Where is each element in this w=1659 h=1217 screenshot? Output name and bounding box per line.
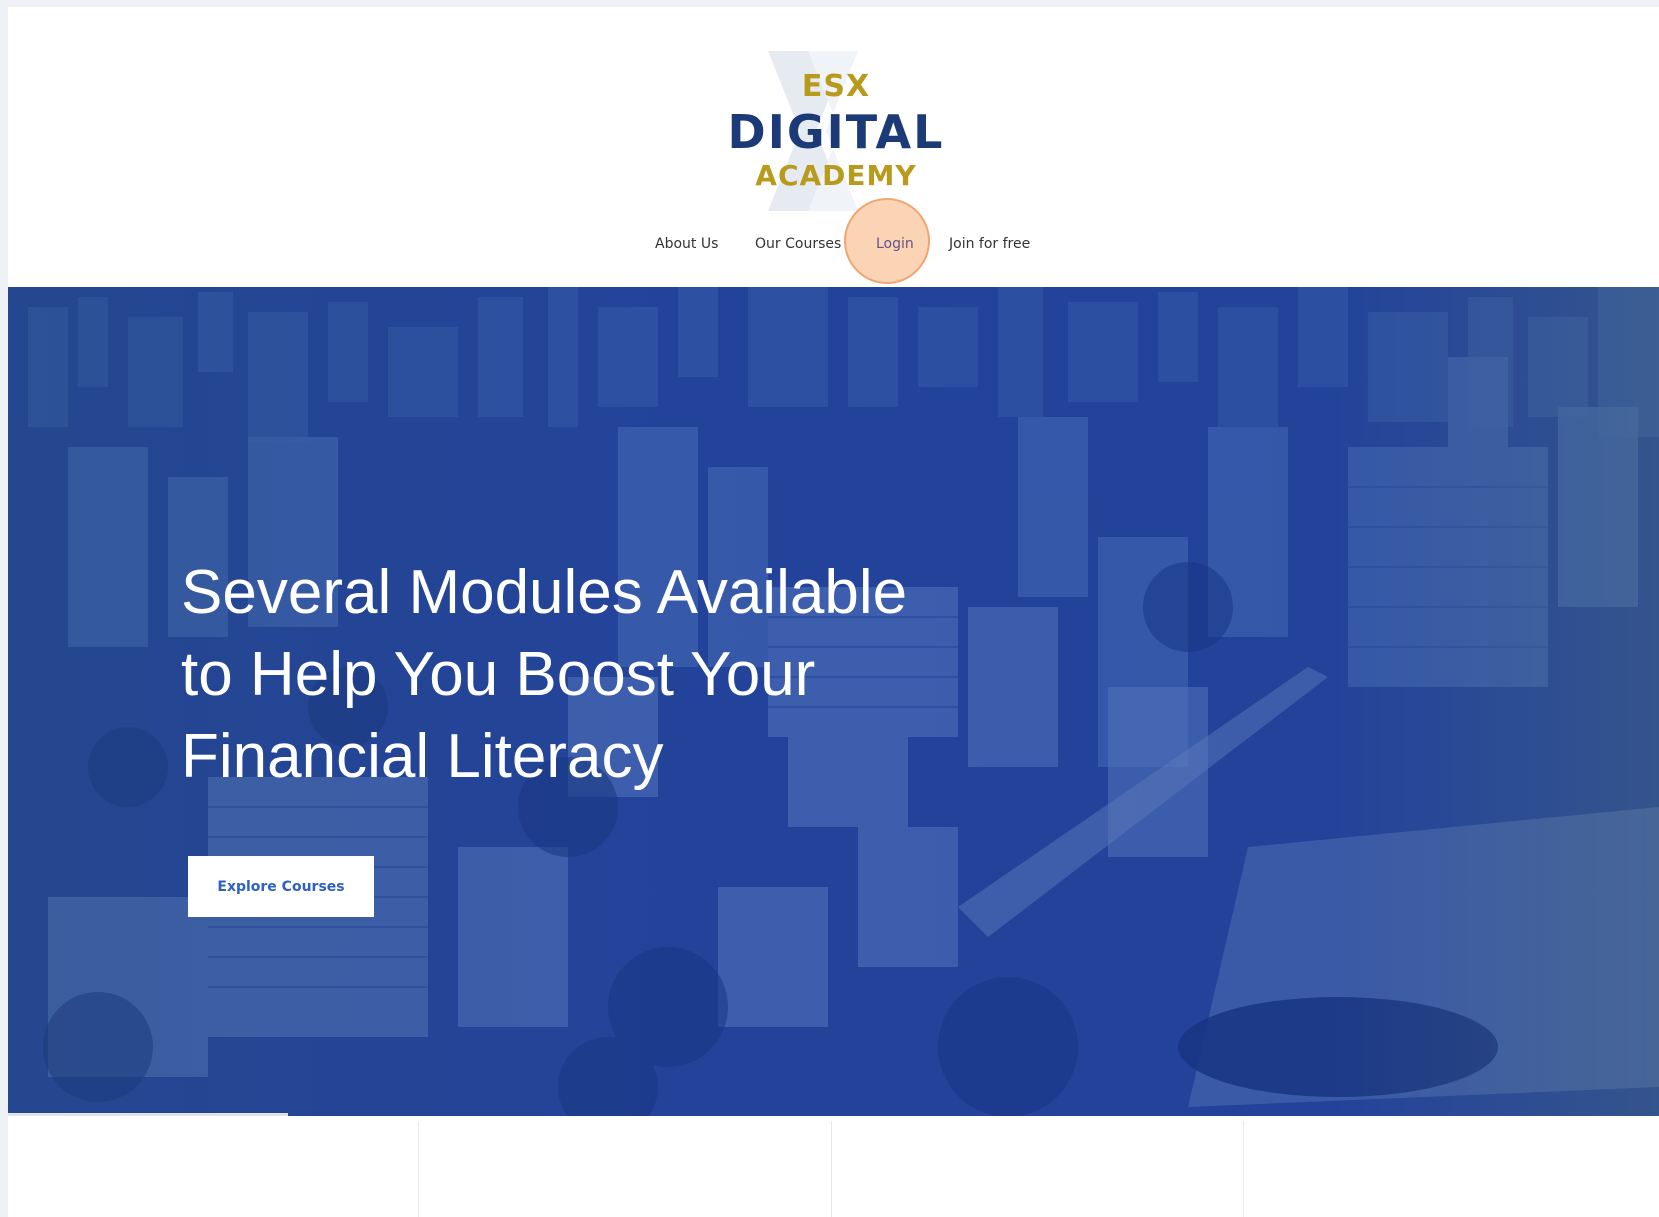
esx-digital-academy-logo[interactable]: ESX DIGITAL ACADEMY (698, 41, 974, 217)
main-nav: About Us Our Courses Login Join for free (8, 232, 1659, 262)
nav-join-for-free[interactable]: Join for free (949, 232, 1030, 256)
hero-headline-line-2: to Help You Boost Your (181, 640, 816, 709)
hero-headline: Several Modules Available to Help You Bo… (181, 552, 1041, 798)
page: ESX DIGITAL ACADEMY About Us Our Courses… (8, 7, 1659, 1217)
explore-courses-button[interactable]: Explore Courses (188, 856, 374, 917)
logo-digital-text: DIGITAL (727, 105, 945, 159)
nav-login[interactable]: Login (876, 232, 914, 256)
card-divider (831, 1121, 832, 1217)
feature-cards-row (8, 1116, 1659, 1217)
card-divider (1243, 1121, 1244, 1217)
logo-academy-text: ACADEMY (755, 159, 917, 192)
hero-headline-line-3: Financial Literacy (181, 722, 664, 791)
hero-banner: Several Modules Available to Help You Bo… (8, 287, 1659, 1116)
card-divider (418, 1121, 419, 1217)
logo-esx-text: ESX (801, 69, 871, 104)
hero-headline-line-1: Several Modules Available (181, 558, 908, 627)
nav-about-us[interactable]: About Us (655, 232, 718, 256)
site-header: ESX DIGITAL ACADEMY About Us Our Courses… (8, 7, 1659, 287)
nav-our-courses[interactable]: Our Courses (755, 232, 841, 256)
